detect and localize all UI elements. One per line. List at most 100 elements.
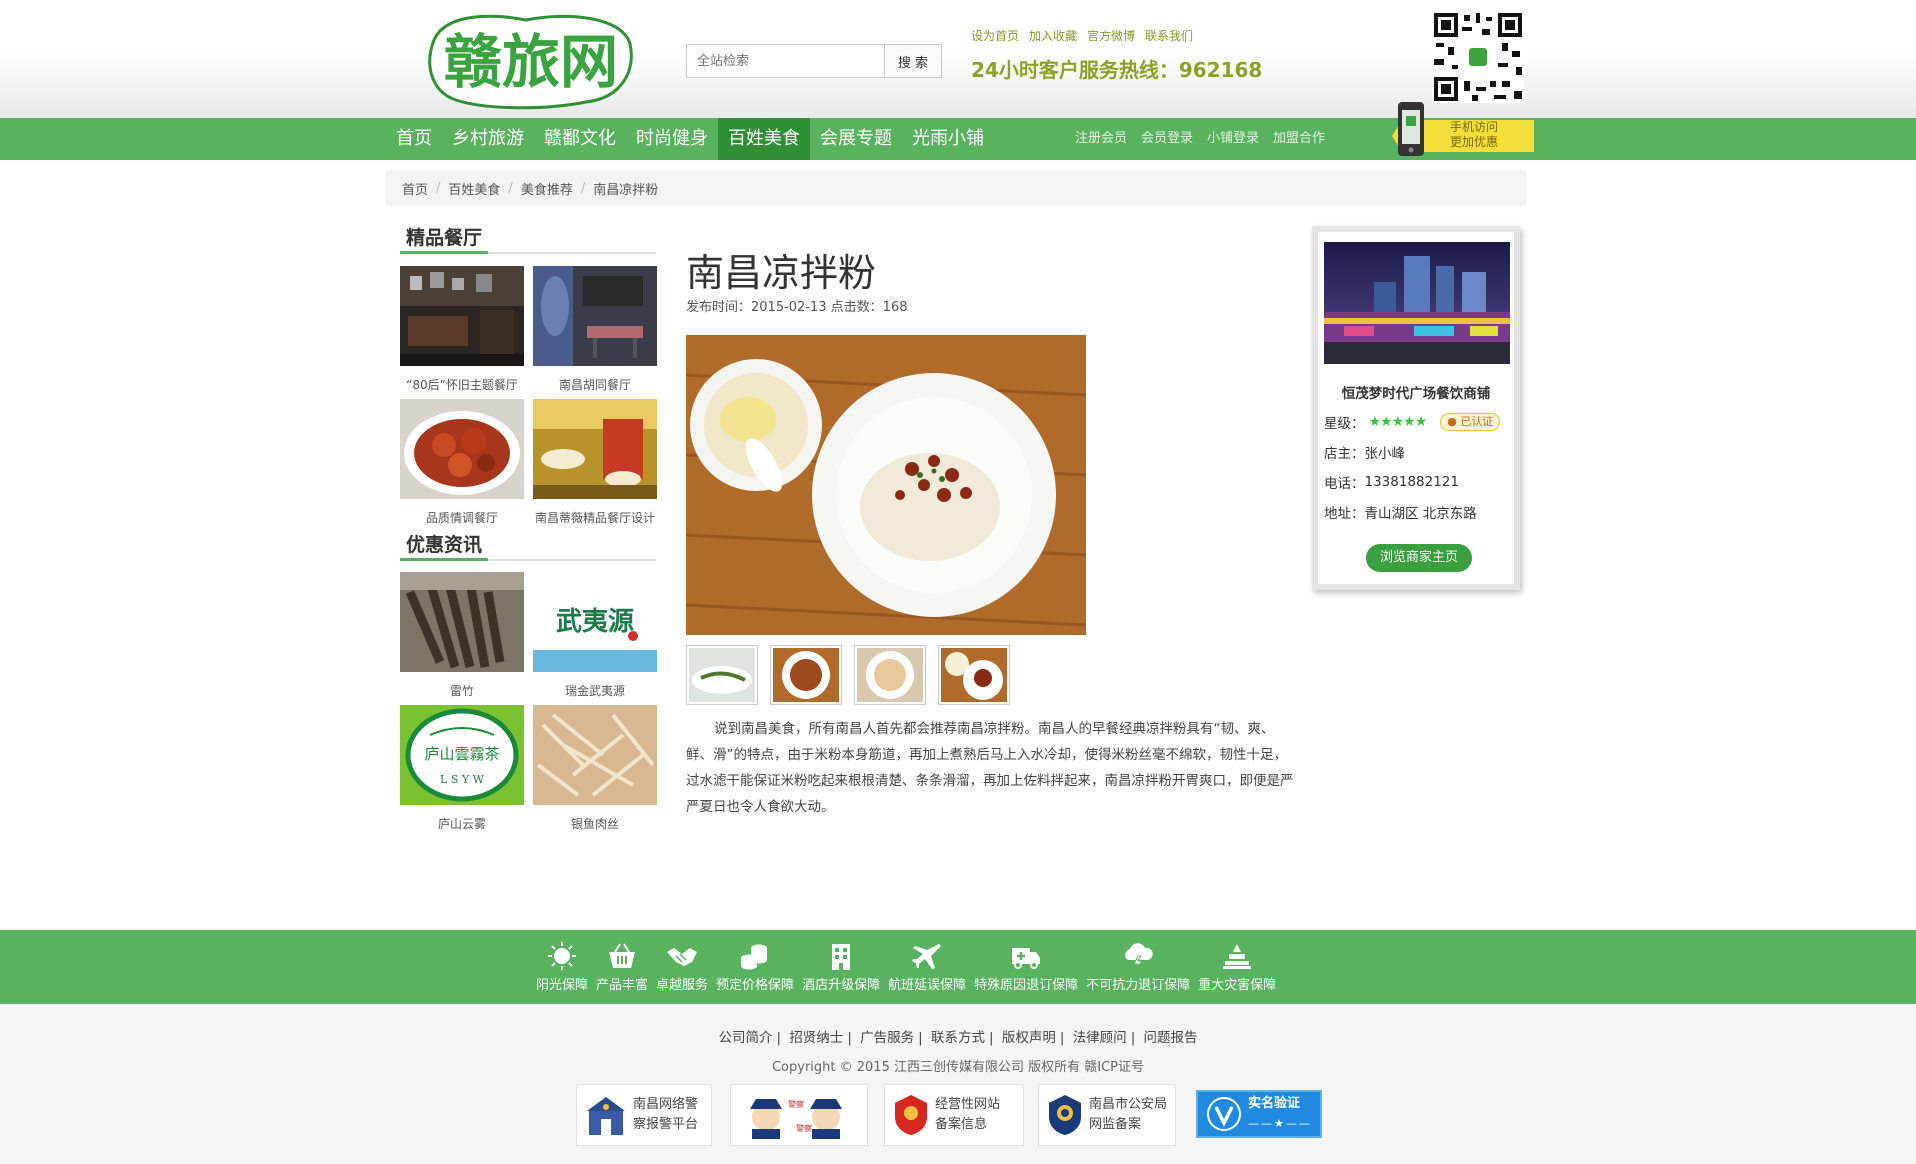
- breadcrumb-food[interactable]: 百姓美食: [448, 179, 500, 198]
- shop-phone-row: 电话： 13381882121: [1324, 474, 1459, 492]
- franchise-link[interactable]: 加盟合作: [1273, 118, 1325, 160]
- mobile-promo[interactable]: 手机访问 更加优惠: [1388, 96, 1534, 160]
- visit-shop-button[interactable]: 浏览商家主页: [1366, 544, 1472, 572]
- storm-icon: [1125, 942, 1153, 970]
- police-emblem-icon: [1049, 1095, 1081, 1135]
- article-thumbnail[interactable]: [686, 645, 758, 705]
- service-hotline: 24小时客户服务热线：962168: [971, 58, 1263, 82]
- basket-icon: [609, 942, 636, 968]
- footer-link-jobs[interactable]: 招贤纳士: [789, 1030, 843, 1046]
- restaurant-card[interactable]: 南昌蒂薇精品餐厅设计: [533, 399, 657, 526]
- article-body: 说到南昌美食，所有南昌人首先都会推荐南昌凉拌粉。南昌人的早餐经典凉拌粉具有“韧、…: [686, 721, 1294, 815]
- disaster-icon: [1223, 943, 1252, 969]
- restaurant-photo: [533, 266, 657, 366]
- deal-photo: [400, 572, 524, 672]
- top-links: 设为首页 加入收藏 官方微博 联系我们: [971, 27, 1193, 44]
- cyber-police-mascot-icon: 警察 警察: [750, 1099, 842, 1139]
- link-add-favorite[interactable]: 加入收藏: [1029, 27, 1077, 44]
- restaurant-caption: 南昌蒂薇精品餐厅设计: [534, 511, 655, 525]
- real-name-verify-badge[interactable]: 实名验证 ——★——: [1196, 1090, 1322, 1138]
- svg-text:警察: 警察: [788, 1099, 804, 1109]
- breadcrumb-current: 南昌凉拌粉: [593, 182, 659, 198]
- shop-card: 恒茂梦时代广场餐饮商铺 星级： ★★★★★ ● 已认证 店主： 张小峰 电话： 13…: [1312, 226, 1520, 590]
- shop-photo: [1324, 242, 1510, 364]
- red-shield-icon: [895, 1095, 927, 1135]
- guarantee-products[interactable]: 产品丰富: [592, 930, 652, 1004]
- guarantee-special-refund[interactable]: 特殊原因退订保障: [970, 930, 1082, 1004]
- mobile-promo-line1: 手机访问: [1450, 120, 1499, 134]
- breadcrumb-home[interactable]: 首页: [402, 179, 428, 198]
- footer-link-legal[interactable]: 法律顾问: [1073, 1030, 1127, 1046]
- nav-item-shop[interactable]: 光雨小铺: [902, 118, 994, 160]
- restaurant-photo: [533, 399, 657, 499]
- restaurant-caption: 品质情调餐厅: [425, 511, 498, 525]
- restaurant-photo: [400, 399, 524, 499]
- deal-logo: 武夷源: [533, 572, 657, 672]
- guarantee-sunshine[interactable]: 阳光保障: [532, 930, 592, 1004]
- svg-text:庐山雲霧茶: 庐山雲霧茶: [424, 745, 499, 763]
- main-nav: 首页 乡村旅游 赣鄱文化 时尚健身 百姓美食 会展专题 光雨小铺 注册会员 会员…: [0, 118, 1916, 160]
- deals-section-title: 优惠资讯: [400, 531, 656, 561]
- guarantee-hotel-upgrade[interactable]: 酒店升级保障: [798, 930, 884, 1004]
- restaurant-caption: “80后”怀旧主题餐厅: [406, 378, 518, 392]
- footer-link-about[interactable]: 公司简介: [718, 1030, 772, 1046]
- deal-caption: 瑞金武夷源: [564, 684, 625, 698]
- deal-card[interactable]: 雷竹: [400, 572, 524, 699]
- link-official-weibo[interactable]: 官方微博: [1087, 27, 1135, 44]
- cyber-police-badge[interactable]: 警察 警察: [730, 1084, 868, 1146]
- article-thumbnail[interactable]: [770, 645, 842, 705]
- deal-card[interactable]: 庐山雲霧茶 L S Y W 庐山云雾: [400, 705, 524, 832]
- deal-caption: 雷竹: [449, 684, 474, 698]
- footer-link-report[interactable]: 问题报告: [1144, 1030, 1198, 1046]
- nav-item-food[interactable]: 百姓美食: [718, 118, 810, 160]
- article-thumbnail[interactable]: [938, 645, 1010, 705]
- guarantee-price[interactable]: 预定价格保障: [712, 930, 798, 1004]
- register-link[interactable]: 注册会员: [1075, 118, 1127, 160]
- member-login-link[interactable]: 会员登录: [1141, 118, 1193, 160]
- footer-link-contact[interactable]: 联系方式: [931, 1030, 985, 1046]
- svg-text:警察: 警察: [796, 1123, 812, 1133]
- business-filing-badge[interactable]: 经营性网站 备案信息: [884, 1084, 1024, 1146]
- qr-code-icon: [1432, 11, 1524, 103]
- nav-item-exhibition[interactable]: 会展专题: [810, 118, 902, 160]
- breadcrumb-recommend[interactable]: 美食推荐: [521, 179, 573, 198]
- footer-link-copyright[interactable]: 版权声明: [1002, 1030, 1056, 1046]
- guarantee-flight-delay[interactable]: 航班延误保障: [884, 930, 970, 1004]
- guarantee-service[interactable]: 卓越服务: [652, 930, 712, 1004]
- guarantee-disaster[interactable]: 重大灾害保障: [1194, 930, 1280, 1004]
- guarantee-force-majeure[interactable]: 不可抗力退订保障: [1082, 930, 1194, 1004]
- nav-item-culture[interactable]: 赣鄱文化: [534, 118, 626, 160]
- article-meta: 发布时间：2015-02-13 点击数：168: [686, 300, 908, 315]
- deal-logo: 庐山雲霧茶 L S Y W: [400, 705, 524, 805]
- public-security-badge[interactable]: 南昌市公安局 网监备案: [1038, 1084, 1176, 1146]
- shop-phone: 13381882121: [1364, 474, 1459, 490]
- search-input[interactable]: [686, 44, 884, 78]
- article-main-image: [686, 335, 1086, 635]
- link-set-homepage[interactable]: 设为首页: [971, 27, 1019, 44]
- breadcrumb: 首页 / 百姓美食 / 美食推荐 / 南昌凉拌粉: [386, 170, 1526, 206]
- ambulance-icon: [1012, 947, 1041, 969]
- footer-link-ads[interactable]: 广告服务: [860, 1030, 914, 1046]
- nav-item-home[interactable]: 首页: [386, 118, 442, 160]
- shop-login-link[interactable]: 小铺登录: [1207, 118, 1259, 160]
- restaurants-section-title: 精品餐厅: [400, 224, 656, 254]
- mobile-promo-line2: 更加优惠: [1450, 135, 1499, 149]
- deal-card[interactable]: 银鱼肉丝: [533, 705, 657, 832]
- coins-icon: [741, 944, 768, 969]
- site-logo[interactable]: 赣旅网: [426, 10, 636, 112]
- copyright-text: Copyright © 2015 江西三创传媒有限公司 版权所有 赣ICP证号: [771, 1060, 1145, 1075]
- site-header: 赣旅网 搜 索 设为首页 加入收藏 官方微博 联系我们 24小时客户服务热线：9…: [0, 0, 1916, 118]
- nav-item-rural-travel[interactable]: 乡村旅游: [442, 118, 534, 160]
- police-report-badge[interactable]: 南昌网络警 察报警平台: [576, 1084, 712, 1146]
- article-thumbnail[interactable]: [854, 645, 926, 705]
- deal-card[interactable]: 武夷源 瑞金武夷源: [533, 572, 657, 699]
- nav-item-fitness[interactable]: 时尚健身: [626, 118, 718, 160]
- search-button[interactable]: 搜 索: [884, 44, 942, 78]
- guarantee-bar: 阳光保障 产品丰富 卓越服务 预定价格保障 酒店升级保障 航班延误保障 特殊原因…: [0, 930, 1916, 1004]
- link-contact-us[interactable]: 联系我们: [1145, 27, 1193, 44]
- restaurant-card[interactable]: 品质情调餐厅: [400, 399, 524, 526]
- shop-name: 恒茂梦时代广场餐饮商铺: [1341, 386, 1491, 402]
- deal-photo: [533, 705, 657, 805]
- restaurant-card[interactable]: “80后”怀旧主题餐厅: [400, 266, 524, 393]
- restaurant-card[interactable]: 南昌胡同餐厅: [533, 266, 657, 393]
